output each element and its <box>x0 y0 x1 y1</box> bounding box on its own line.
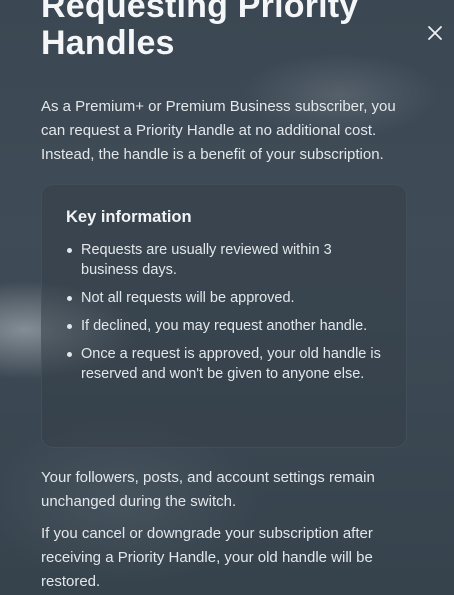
list-item-text: Requests are usually reviewed within 3 b… <box>81 242 332 278</box>
list-item-text: Once a request is approved, your old han… <box>81 346 381 382</box>
list-item: Once a request is approved, your old han… <box>66 344 386 384</box>
bullet-icon <box>67 324 72 329</box>
followers-unchanged-text: Your followers, posts, and account setti… <box>41 469 375 510</box>
bullet-icon <box>67 296 72 301</box>
list-item: Requests are usually reviewed within 3 b… <box>66 240 386 280</box>
priority-handles-modal: Requesting Priority Handles As a Premium… <box>0 0 454 595</box>
intro-text: As a Premium+ or Premium Business subscr… <box>41 98 396 163</box>
close-icon <box>428 26 442 40</box>
key-information-card: Key information Requests are usually rev… <box>41 184 407 448</box>
list-item: Not all requests will be approved. <box>66 288 386 308</box>
close-button[interactable] <box>424 22 446 44</box>
list-item: If declined, you may request another han… <box>66 316 386 336</box>
modal-title: Requesting Priority Handles <box>41 0 359 62</box>
list-item-text: If declined, you may request another han… <box>81 318 368 334</box>
bullet-icon <box>67 248 72 253</box>
key-information-list: Requests are usually reviewed within 3 b… <box>66 240 386 392</box>
key-information-heading: Key information <box>66 208 192 226</box>
downgrade-restore-text: If you cancel or downgrade your subscrip… <box>41 525 373 590</box>
list-item-text: Not all requests will be approved. <box>81 290 295 306</box>
bullet-icon <box>67 352 72 357</box>
